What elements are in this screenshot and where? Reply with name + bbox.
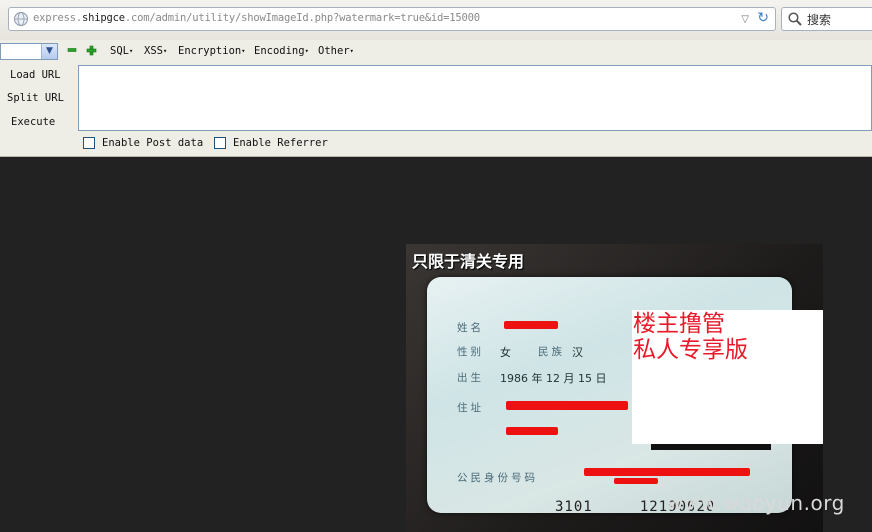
card-id-label: 公民身份号码 — [457, 472, 538, 484]
card-birth-label: 出生 — [457, 372, 484, 384]
url-history-dropdown-icon[interactable]: ▽ — [741, 14, 749, 25]
plus-icon[interactable] — [86, 45, 97, 56]
redaction-mark — [614, 478, 658, 484]
globe-icon — [14, 12, 28, 26]
menu-encoding[interactable]: Encoding▾ — [254, 45, 309, 57]
hackbar-select[interactable]: ▼ — [0, 43, 58, 60]
overlay-caption-line2: 私人专享版 — [633, 337, 748, 363]
load-url-button[interactable]: Load URL — [10, 69, 61, 81]
customs-stamp-text: 只限于清关专用 — [412, 252, 525, 271]
url-bar[interactable]: express.shipgce.com/admin/utility/showIm… — [8, 7, 776, 31]
enable-post-checkbox[interactable] — [83, 137, 95, 149]
card-birth-value: 1986 年 12 月 15 日 — [500, 372, 607, 385]
enable-referrer-label[interactable]: Enable Referrer — [233, 137, 328, 149]
redaction-mark — [504, 321, 558, 329]
hackbar-url-textarea[interactable] — [78, 65, 872, 131]
menu-sql[interactable]: SQL▾ — [110, 45, 133, 57]
execute-button[interactable]: Execute — [11, 116, 55, 128]
menu-encryption[interactable]: Encryption▾ — [178, 45, 245, 57]
redaction-mark — [506, 401, 628, 410]
overlay-caption-line1: 楼主撸管 — [633, 311, 725, 337]
minus-icon[interactable] — [67, 45, 77, 55]
card-name-label: 姓名 — [457, 322, 484, 334]
menu-xss[interactable]: XSS▾ — [144, 45, 167, 57]
search-icon — [788, 12, 802, 26]
card-sex-label: 性别 — [457, 346, 484, 358]
url-text[interactable]: express.shipgce.com/admin/utility/showIm… — [33, 12, 480, 24]
reload-icon[interactable]: ↻ — [757, 10, 769, 26]
wooyun-watermark: www.wooyun.org — [667, 491, 845, 515]
card-ethnicity-label: 民族 — [538, 346, 565, 358]
chevron-down-icon[interactable]: ▼ — [41, 44, 57, 59]
enable-post-label[interactable]: Enable Post data — [102, 137, 203, 149]
search-box[interactable]: 搜索 — [781, 7, 872, 31]
enable-referrer-checkbox[interactable] — [214, 137, 226, 149]
hackbar-panel: ▼ SQL▾ XSS▾ Encryption▾ Encoding▾ Other▾… — [0, 40, 872, 157]
card-address-label: 住址 — [457, 402, 484, 414]
redaction-mark — [506, 427, 558, 435]
search-input[interactable]: 搜索 — [807, 11, 831, 28]
navigation-toolbar: express.shipgce.com/admin/utility/showIm… — [0, 0, 872, 41]
redaction-mark — [584, 468, 750, 476]
card-sex-value: 女 — [500, 346, 511, 359]
menu-other[interactable]: Other▾ — [318, 45, 354, 57]
card-ethnicity-value: 汉 — [572, 346, 583, 359]
split-url-button[interactable]: Split URL — [7, 92, 64, 104]
